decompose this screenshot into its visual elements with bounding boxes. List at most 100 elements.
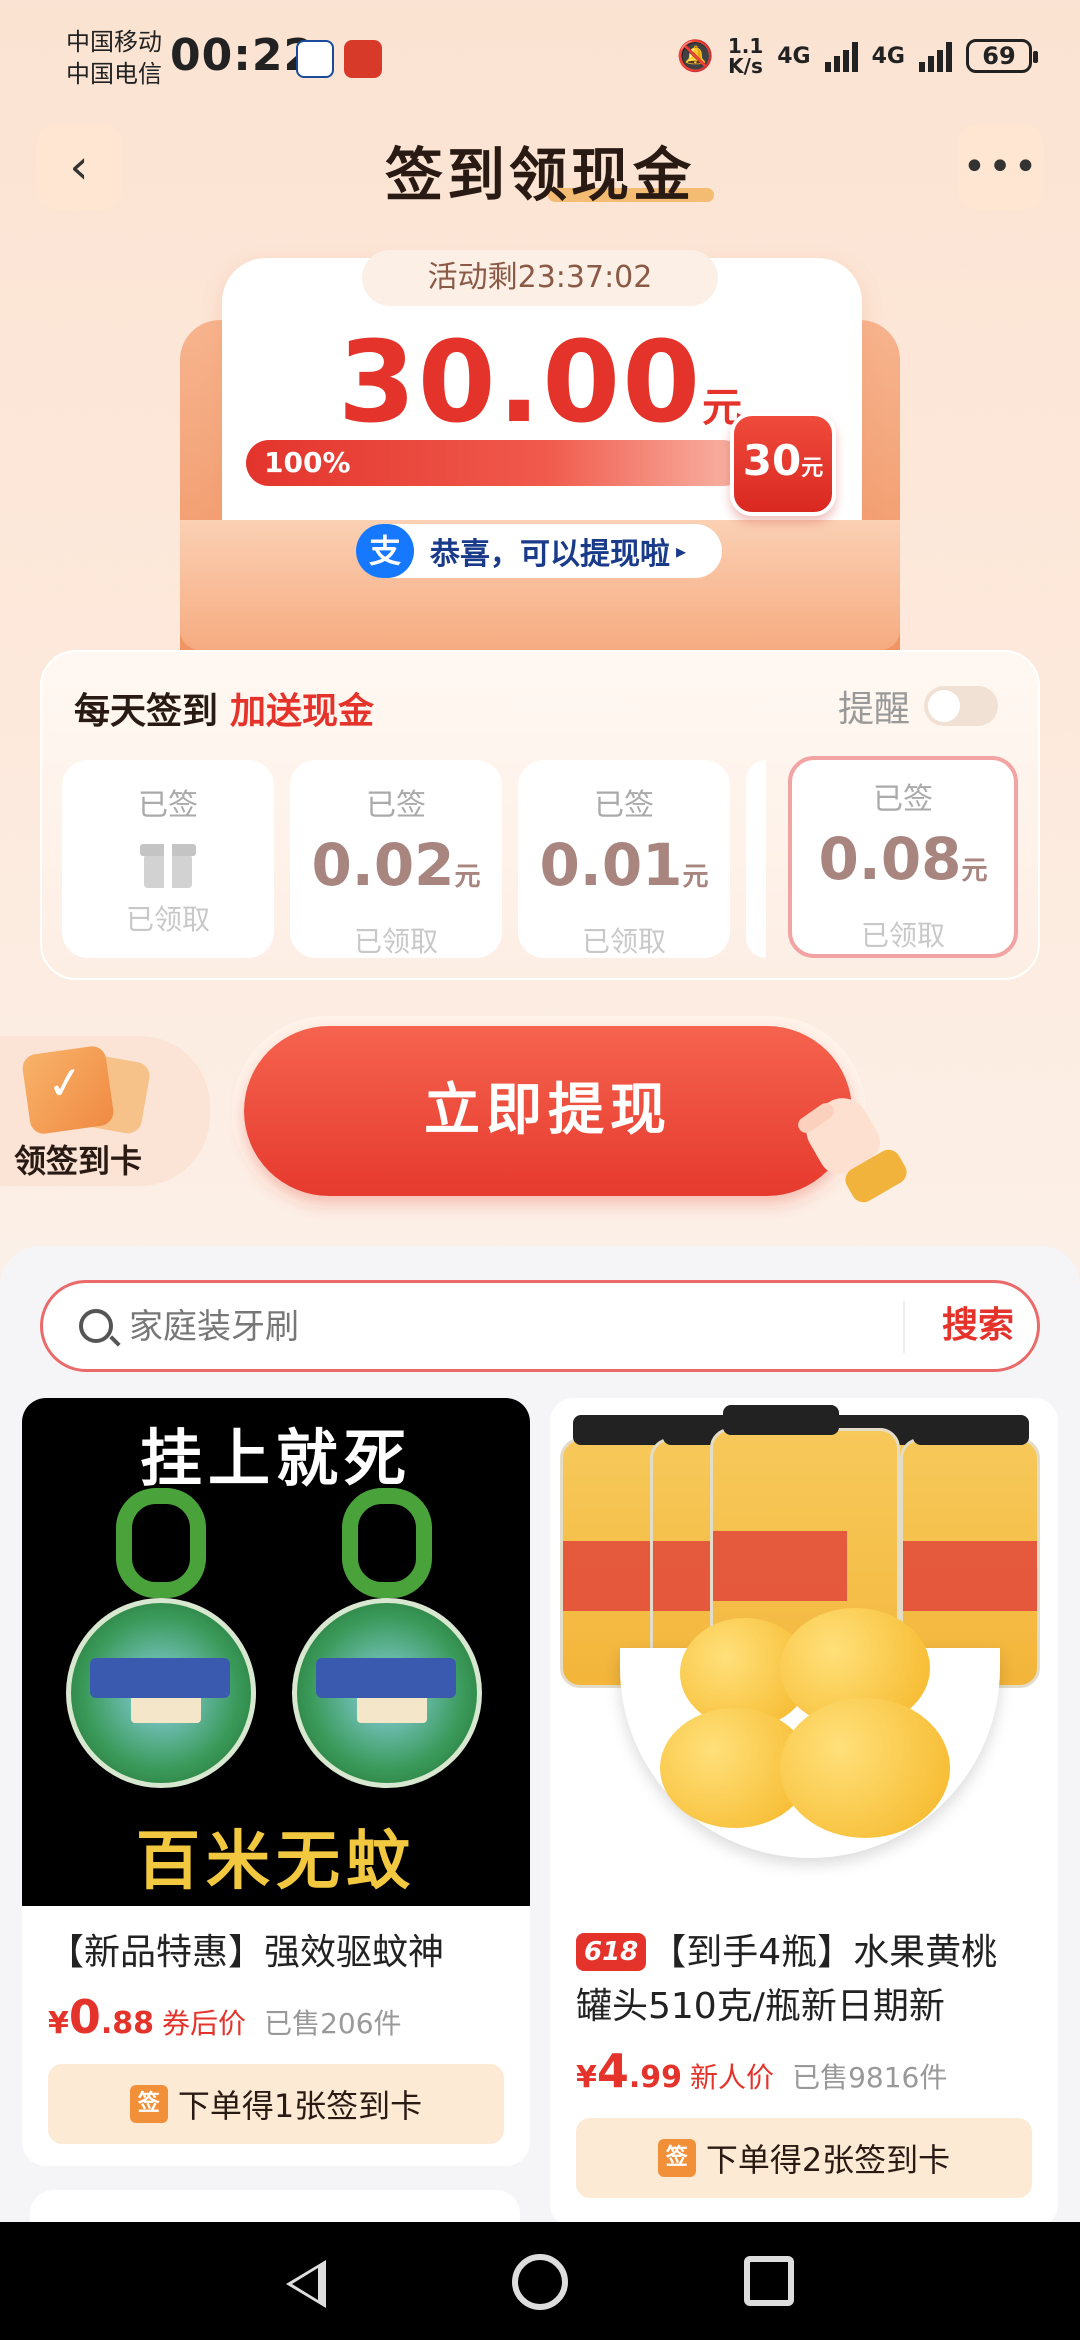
activity-timer: 活动剩23:37:02 [362,250,718,306]
status-time: 00:22 [170,30,316,81]
signin-day-unit: 元 [454,862,481,892]
signin-day-1[interactable]: 已签 已领取 [62,760,274,958]
signin-card-icon: 签 [657,2139,696,2177]
order-reward-button[interactable]: 签 下单得1张签到卡 [48,2064,504,2144]
alipay-icon: 支 [356,524,414,578]
network-speed-value: 1.1 [727,34,764,58]
nav-recents-icon[interactable] [744,2256,794,2306]
network-type-2: 4G [871,43,905,69]
signin-day-status: 已签 [873,782,933,817]
product-image[interactable]: 挂上就死 百米无蚊 [22,1398,530,1906]
order-reward-text: 下单得2张签到卡 [705,2141,951,2179]
price-decimal: .99 [628,2060,683,2095]
withdraw-ready-text: 恭喜，可以提现啦 [430,537,670,572]
currency-symbol: ¥ [48,2006,69,2041]
price-label: 新人价 [690,2061,775,2094]
remind-toggle[interactable] [924,686,998,726]
signin-day-claim: 已领取 [125,903,210,936]
search-icon [79,1309,113,1343]
goal-amount: 30 [742,436,802,485]
withdraw-button[interactable]: 立即提现 [244,1026,852,1196]
product-image-headline: 挂上就死 [139,1422,412,1495]
reward-amount: 30.00元 [0,318,1080,448]
product-image-slogan: 百米无蚊 [136,1824,416,1899]
gift-icon [140,834,196,890]
goal-badge: 30元 [730,412,836,516]
carrier-names: 中国移动 中国电信 [66,26,162,90]
signin-day-value: 0.02元 [290,830,502,912]
progress-label: 100% [264,446,351,479]
product-image[interactable] [550,1398,1058,1906]
signin-day-2[interactable]: 已签 0.02元 已领取 [290,760,502,958]
mosquito-repellent-tag-image [66,1488,256,1798]
notification-app-icon [344,40,382,78]
price-label: 券后价 [162,2007,247,2040]
signin-day-status: 已签 [138,788,198,823]
system-nav-bar [0,2222,1080,2340]
carrier-2: 中国电信 [66,60,162,88]
reward-amount-value: 30.00 [337,318,703,448]
product-price-row: ¥ 4.99 新人价 已售9816件 [550,2034,1058,2098]
sold-count: 已售206件 [264,2007,402,2040]
remind-toggle-row: 提醒 [838,680,998,732]
signin-bonus-text: 加送现金 [230,691,375,732]
carrier-1: 中国移动 [66,28,162,56]
product-price-row: ¥ 0.88 券后价 已售206件 [22,1980,530,2044]
signin-day-status: 已签 [594,788,654,823]
page-title: 签到领现金 [384,141,695,209]
signal-icon [824,40,858,72]
product-card[interactable]: 挂上就死 百米无蚊 【新品特惠】强效驱蚊神 ¥ 0.88 券后价 已售206件 … [22,1398,530,2166]
price-integer: 0 [68,1990,101,2044]
withdraw-ready-link[interactable]: 支 恭喜，可以提现啦 ▸ [356,524,722,578]
goal-unit: 元 [801,456,824,481]
search-button[interactable]: 搜索 [923,1283,1033,1369]
progress-bar: 100% [246,440,746,486]
order-reward-button[interactable]: 签 下单得2张签到卡 [576,2118,1032,2198]
order-reward-text: 下单得1张签到卡 [177,2087,423,2125]
nav-back-icon[interactable] [286,2260,326,2308]
signin-day-status: 已签 [366,788,426,823]
peach-image [780,1698,950,1838]
signin-title: 每天签到 加送现金 [74,682,374,734]
sign-card-label: 领签到卡 [14,1142,143,1180]
signin-day-4[interactable]: 已签 0.08元 已领取 [788,756,1018,958]
signin-day-amount: 0.08 [818,825,962,893]
notification-app-icon [296,40,334,78]
sold-count: 已售9816件 [792,2061,948,2094]
signal-icon [919,40,952,72]
signin-day-amount: 0.01 [539,831,683,899]
search-input[interactable] [129,1301,629,1353]
mosquito-repellent-tag-image [292,1488,482,1798]
product-price: 4.99 [597,2044,682,2098]
remind-label: 提醒 [837,689,910,730]
promo-badge: 618 [576,1933,647,1971]
product-card[interactable]: 618 【到手4瓶】水果黄桃罐头510克/瓶新日期新 ¥ 4.99 新人价 已售9… [550,1398,1058,2228]
status-bar: 中国移动 中国电信 00:22 🔕 1.1 K/s 4G 4G 69 [0,0,1080,120]
product-title: 【新品特惠】强效驱蚊神 [48,1932,445,1973]
search-divider [903,1301,905,1353]
network-speed: 1.1 K/s [728,36,763,76]
signin-day-amount: 0.02 [311,831,455,899]
more-button[interactable]: ••• [958,124,1044,210]
signin-day-partial [746,760,766,958]
price-decimal: .88 [100,2006,155,2041]
product-title: 618 【到手4瓶】水果黄桃罐头510克/瓶新日期新 [550,1906,1058,2034]
signin-card-icon: 签 [129,2085,168,2123]
price-integer: 4 [596,2044,629,2098]
signin-day-value: 0.01元 [518,830,730,912]
mute-icon: 🔕 [676,38,714,74]
signin-day-unit: 元 [961,856,988,886]
signin-day-claim: 已领取 [581,925,666,958]
signin-day-unit: 元 [682,862,709,892]
more-dots-icon: ••• [962,144,1040,190]
daily-signin-panel: 每天签到 加送现金 提醒 已签 已领取 已签 0.02元 已领取 已签 0.01元… [40,650,1040,980]
get-signin-card-button[interactable]: 领签到卡 [0,1036,210,1186]
currency-symbol: ¥ [576,2060,597,2095]
battery-icon: 69 [966,39,1038,73]
signin-day-3[interactable]: 已签 0.01元 已领取 [518,760,730,958]
nav-home-icon[interactable] [512,2254,568,2310]
status-indicators: 🔕 1.1 K/s 4G 4G 69 [676,36,1038,76]
signin-day-claim: 已领取 [860,919,945,952]
pointing-hand-icon [790,1080,911,1210]
chevron-right-icon: ▸ [676,539,687,563]
